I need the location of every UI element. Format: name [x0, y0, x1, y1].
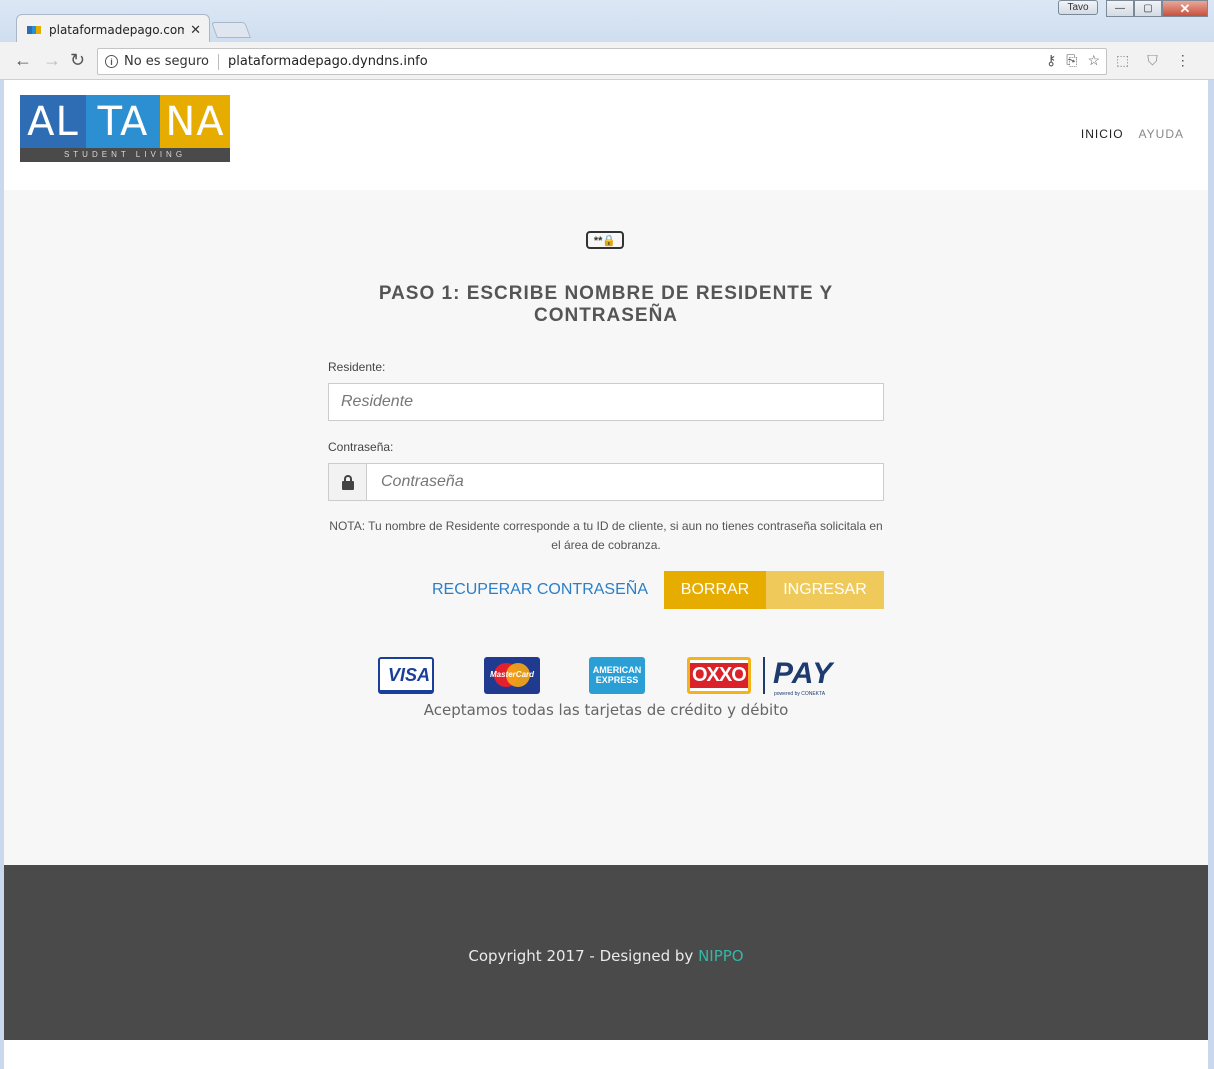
pdf-extension-icon[interactable]: ⬚: [1116, 52, 1129, 69]
resident-field-wrapper: [328, 383, 884, 421]
login-note: NOTA: Tu nombre de Residente corresponde…: [329, 519, 883, 552]
window-titlebar: plataformadepago.com.m ✕ Tavo — ▢ ✕: [0, 0, 1214, 44]
extension-icons: ⬚ ⛉ ⋮: [1116, 52, 1190, 69]
nav-ayuda[interactable]: AYUDA: [1139, 127, 1184, 141]
oxxo-pay-divider: [763, 657, 765, 694]
site-footer: Copyright 2017 - Designed by NIPPO: [4, 865, 1208, 1040]
recover-password-link[interactable]: RECUPERAR CONTRASEÑA: [432, 581, 648, 599]
password-field-wrapper: [328, 463, 884, 501]
back-arrow-icon[interactable]: ←: [14, 51, 32, 69]
close-window-button[interactable]: ✕: [1162, 0, 1208, 17]
password-icon: **🔒: [586, 231, 624, 249]
clear-button[interactable]: BORRAR: [664, 571, 766, 609]
logo-part-na: NA: [160, 95, 230, 148]
payment-caption: Aceptamos todas las tarjetas de crédito …: [423, 701, 789, 719]
oxxo-logo: OXXO: [687, 657, 751, 694]
address-divider: [218, 53, 219, 70]
shield-extension-icon[interactable]: ⛉: [1147, 52, 1158, 69]
tab-close-icon[interactable]: ✕: [190, 23, 201, 36]
translate-icon[interactable]: ⎘: [1066, 52, 1077, 69]
new-tab-button[interactable]: [211, 22, 251, 38]
copyright-label: Copyright 2017 - Designed by: [468, 947, 694, 965]
star-icon[interactable]: ☆: [1087, 52, 1100, 69]
pay-text: PAY: [773, 657, 834, 690]
key-icon[interactable]: ⚷: [1046, 52, 1056, 69]
amex-logo: AMERICAN EXPRESS: [589, 657, 645, 694]
payment-methods: VISA MasterCard AMERICAN EXPRESS OXXO PA…: [378, 647, 838, 697]
visa-logo: VISA: [378, 657, 434, 694]
browser-tab[interactable]: plataformadepago.com.m ✕: [16, 14, 210, 44]
logo-part-al: AL: [20, 95, 86, 148]
login-button[interactable]: INGRESAR: [766, 571, 884, 609]
step-title: PASO 1: ESCRIBE NOMBRE DE RESIDENTE Y CO…: [378, 283, 834, 326]
nav-inicio[interactable]: INICIO: [1081, 127, 1124, 141]
amex-text: AMERICAN EXPRESS: [592, 665, 642, 685]
info-icon[interactable]: i: [105, 55, 118, 68]
menu-icon[interactable]: ⋮: [1176, 52, 1190, 69]
forward-arrow-icon[interactable]: →: [43, 51, 61, 69]
maximize-button[interactable]: ▢: [1134, 0, 1162, 17]
form-actions: RECUPERAR CONTRASEÑA BORRAR INGRESAR: [328, 571, 884, 609]
designer-link[interactable]: NIPPO: [698, 947, 744, 965]
oxxo-text: OXXO: [692, 664, 747, 686]
window-controls: — ▢ ✕: [1106, 0, 1208, 17]
address-bar-actions: ⚷ ⎘ ☆: [1046, 52, 1100, 69]
login-section: **🔒 PASO 1: ESCRIBE NOMBRE DE RESIDENTE …: [4, 190, 1208, 865]
security-label[interactable]: No es seguro: [124, 54, 209, 69]
browser-toolbar: ← → ↻ i No es seguro plataformadepago.dy…: [0, 42, 1214, 80]
logo-tagline: STUDENT LIVING: [20, 148, 230, 162]
tab-title: plataformadepago.com.m: [49, 22, 185, 37]
password-input[interactable]: [329, 464, 883, 500]
resident-input[interactable]: [329, 384, 883, 420]
password-label: Contraseña:: [328, 440, 394, 454]
top-navigation: INICIO AYUDA: [1081, 127, 1184, 141]
resident-label: Residente:: [328, 360, 386, 374]
address-bar[interactable]: i No es seguro plataformadepago.dyndns.i…: [97, 48, 1107, 75]
web-page: AL TA NA STUDENT LIVING INICIO AYUDA **🔒…: [4, 80, 1208, 1069]
minimize-button[interactable]: —: [1106, 0, 1134, 17]
mastercard-text: MasterCard: [490, 670, 535, 679]
altana-logo[interactable]: AL TA NA STUDENT LIVING: [20, 95, 230, 162]
password-addon: [329, 464, 367, 500]
site-header: AL TA NA STUDENT LIVING INICIO AYUDA: [4, 80, 1208, 190]
site-favicon-icon: [27, 25, 42, 34]
copyright-text: Copyright 2017 - Designed by NIPPO: [4, 947, 1208, 965]
mastercard-logo: MasterCard: [484, 657, 540, 694]
visa-text: VISA: [388, 665, 431, 685]
logo-part-ta: TA: [86, 95, 160, 148]
lock-icon: [341, 474, 354, 490]
url-text[interactable]: plataformadepago.dyndns.info: [228, 54, 428, 69]
pay-subtext: powered by CONEKTA: [774, 691, 826, 697]
profile-button[interactable]: Tavo: [1058, 0, 1098, 15]
reload-icon[interactable]: ↻: [70, 51, 85, 69]
